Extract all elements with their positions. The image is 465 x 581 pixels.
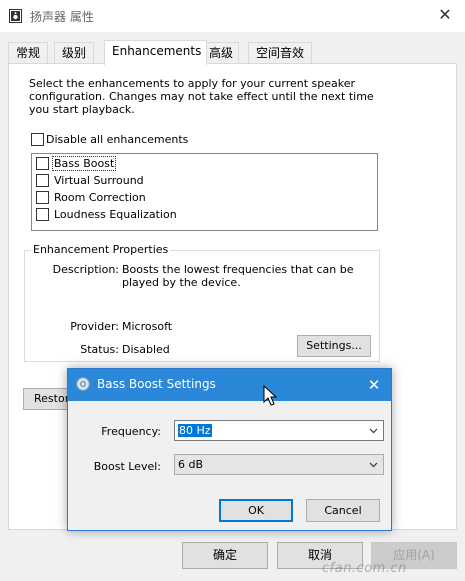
boost-level-label: Boost Level: <box>93 460 161 473</box>
ok-button[interactable]: 确定 <box>182 542 268 569</box>
enhancement-properties-title: Enhancement Properties <box>31 243 171 256</box>
enhancements-description: Select the enhancements to apply for you… <box>29 77 374 116</box>
provider-label: Provider: <box>70 320 119 333</box>
tab-spatial-sound[interactable]: 空间音效 <box>248 42 312 64</box>
close-icon: ✕ <box>438 5 452 24</box>
list-item-label: Bass Boost <box>51 156 117 171</box>
bass-boost-checkbox[interactable] <box>36 157 49 170</box>
watermark-text: cfan.com.cn <box>322 561 407 576</box>
list-item-label: Room Correction <box>54 191 146 204</box>
virtual-surround-checkbox[interactable] <box>36 174 49 187</box>
loudness-equalization-checkbox[interactable] <box>36 208 49 221</box>
window-title: 扬声器 属性 <box>30 10 94 24</box>
close-icon: ✕ <box>367 376 381 394</box>
chevron-down-icon <box>369 462 378 468</box>
list-item-label: Virtual Surround <box>54 174 144 187</box>
mouse-pointer-icon <box>263 385 278 406</box>
dialog-cancel-button[interactable]: Cancel <box>306 499 380 522</box>
tab-enhancements[interactable]: Enhancements <box>104 40 207 65</box>
frequency-value: 80 Hz <box>178 424 212 437</box>
enhancements-list: Bass Boost Virtual Surround Room Correct… <box>31 153 378 231</box>
list-item-room-correction[interactable]: Room Correction <box>32 189 232 206</box>
speaker-icon <box>9 9 22 23</box>
dialog-title: Bass Boost Settings <box>97 377 216 391</box>
list-item-virtual-surround[interactable]: Virtual Surround <box>32 172 232 189</box>
boost-level-select[interactable]: 6 dB <box>174 454 384 475</box>
frequency-select[interactable]: 80 Hz <box>174 420 384 441</box>
window-titlebar: 扬声器 属性 ✕ <box>0 0 465 32</box>
speaker-icon <box>76 377 90 391</box>
dialog-titlebar: Bass Boost Settings ✕ <box>68 369 391 401</box>
frequency-label: Frequency: <box>101 425 161 438</box>
status-label: Status: <box>80 343 119 356</box>
dialog-ok-button[interactable]: OK <box>219 499 293 522</box>
boost-level-value: 6 dB <box>178 458 204 471</box>
chevron-down-icon <box>369 428 378 434</box>
room-correction-checkbox[interactable] <box>36 191 49 204</box>
list-item-loudness-equalization[interactable]: Loudness Equalization <box>32 206 232 223</box>
list-item-bass-boost[interactable]: Bass Boost <box>32 155 232 172</box>
disable-all-label: Disable all enhancements <box>46 133 189 146</box>
list-item-label: Loudness Equalization <box>54 208 177 221</box>
description-label: Description: <box>52 263 119 276</box>
dialog-body: Frequency: 80 Hz Boost Level: 6 dB OK Ca… <box>68 401 391 530</box>
disable-all-checkbox[interactable] <box>31 133 44 146</box>
description-value: Boosts the lowest frequencies that can b… <box>122 263 354 289</box>
window-close-button[interactable]: ✕ <box>433 4 457 26</box>
tab-general[interactable]: 常规 <box>8 42 48 64</box>
provider-value: Microsoft <box>122 320 173 333</box>
bass-boost-settings-dialog: Bass Boost Settings ✕ Frequency: 80 Hz B… <box>67 368 392 531</box>
tab-levels[interactable]: 级别 <box>54 42 94 64</box>
dialog-close-button[interactable]: ✕ <box>363 374 385 396</box>
settings-button[interactable]: Settings... <box>297 335 371 357</box>
